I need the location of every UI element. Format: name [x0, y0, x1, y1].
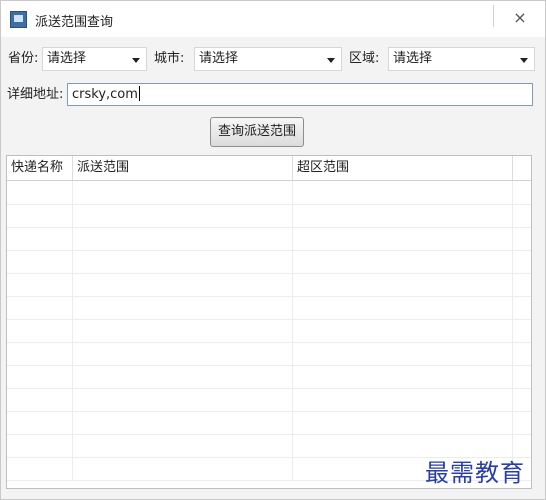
close-button[interactable]: × [506, 7, 534, 29]
district-select[interactable]: 请选择 [388, 47, 535, 71]
chevron-down-icon [520, 58, 528, 63]
table-cell [73, 250, 293, 273]
table-cell [73, 411, 293, 434]
province-select[interactable]: 请选择 [42, 47, 147, 71]
address-input-value: crsky,com [72, 87, 138, 102]
table-row[interactable] [7, 342, 531, 366]
table-cell [293, 411, 513, 434]
table-cell [73, 342, 293, 365]
table-cell [7, 434, 73, 457]
query-delivery-range-button[interactable]: 查询派送范围 [210, 117, 304, 147]
table-cell [293, 365, 513, 388]
table-cell [7, 181, 73, 204]
table-cell [7, 319, 73, 342]
results-table: 快递名称 派送范围 超区范围 [6, 155, 532, 489]
table-row[interactable] [7, 319, 531, 343]
table-cell [7, 388, 73, 411]
table-cell [7, 204, 73, 227]
table-cell [73, 273, 293, 296]
table-header: 快递名称 派送范围 超区范围 [7, 156, 531, 181]
app-monitor-icon [10, 11, 27, 28]
table-cell [293, 273, 513, 296]
table-cell [73, 227, 293, 250]
table-cell [293, 250, 513, 273]
table-row[interactable] [7, 250, 531, 274]
address-label: 详细地址: [7, 87, 64, 102]
address-input[interactable]: crsky,com [67, 83, 533, 106]
table-cell [7, 411, 73, 434]
watermark-text: 最需教育 [425, 459, 525, 487]
text-caret [138, 86, 140, 101]
table-cell [293, 342, 513, 365]
table-cell [73, 388, 293, 411]
table-cell [73, 434, 293, 457]
table-cell [73, 319, 293, 342]
chevron-down-icon [132, 58, 140, 63]
table-row[interactable] [7, 365, 531, 389]
table-cell [73, 181, 293, 204]
table-row[interactable] [7, 273, 531, 297]
table-cell [293, 181, 513, 204]
table-cell [7, 457, 73, 480]
column-header-over-range[interactable]: 超区范围 [293, 156, 513, 180]
district-label: 区域: [349, 51, 380, 66]
table-cell [73, 204, 293, 227]
city-select-value: 请选择 [199, 51, 239, 66]
table-cell [7, 250, 73, 273]
table-cell [7, 342, 73, 365]
column-header-courier[interactable]: 快递名称 [7, 156, 73, 180]
table-row[interactable] [7, 388, 531, 412]
city-label: 城市: [154, 51, 185, 66]
table-row[interactable] [7, 411, 531, 435]
table-cell [293, 388, 513, 411]
window-title: 派送范围查询 [35, 15, 114, 30]
city-select[interactable]: 请选择 [194, 47, 342, 71]
table-cell [7, 296, 73, 319]
table-cell [7, 273, 73, 296]
district-select-value: 请选择 [393, 51, 433, 66]
chevron-down-icon [327, 58, 335, 63]
column-header-delivery-range[interactable]: 派送范围 [73, 156, 293, 180]
table-row[interactable] [7, 181, 531, 205]
table-cell [7, 365, 73, 388]
table-cell [293, 296, 513, 319]
province-select-value: 请选择 [47, 51, 87, 66]
table-cell [73, 365, 293, 388]
table-cell [293, 204, 513, 227]
title-bar: 派送范围查询 × [1, 1, 545, 37]
table-cell [293, 319, 513, 342]
table-row[interactable] [7, 227, 531, 251]
table-cell [73, 457, 293, 480]
table-row[interactable] [7, 204, 531, 228]
table-cell [7, 227, 73, 250]
table-cell [293, 227, 513, 250]
province-label: 省份: [8, 51, 39, 66]
table-cell [73, 296, 293, 319]
title-separator [493, 5, 494, 27]
dialog-window: 派送范围查询 × 省份: 请选择 城市: 请选择 区域: 请选择 详细地址: c… [0, 0, 546, 500]
table-row[interactable] [7, 296, 531, 320]
